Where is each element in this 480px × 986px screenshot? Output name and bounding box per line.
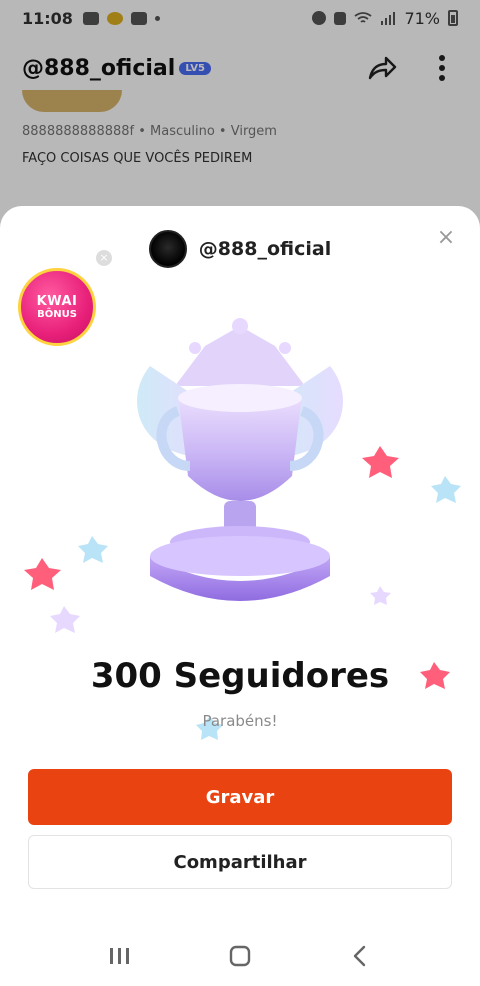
recents-icon[interactable] [100, 936, 140, 976]
avatar [148, 230, 187, 268]
milestone-title: 300 Seguidores [90, 656, 390, 696]
star-icon [370, 586, 391, 605]
star-icon [431, 476, 461, 503]
trophy-illustration [24, 318, 461, 740]
home-icon[interactable] [220, 936, 260, 976]
kwai-badge-close-icon[interactable]: × [96, 250, 112, 266]
milestone-subtitle: Parabéns! [202, 712, 278, 730]
record-button[interactable]: Gravar [28, 769, 452, 825]
share-button[interactable]: Compartilhar [28, 835, 452, 889]
milestone-sheet: @888_oficial × KWAI BÔNUS × 300 Seguidor… [0, 206, 480, 986]
sheet-header: @888_oficial [0, 230, 480, 268]
system-nav-bar [0, 926, 480, 986]
crown-shape [175, 326, 305, 386]
star-icon [362, 446, 399, 478]
star-icon [24, 558, 61, 590]
back-icon[interactable] [340, 936, 380, 976]
close-icon[interactable]: × [436, 227, 456, 249]
star-icon [78, 536, 108, 563]
base-top-plate [150, 536, 330, 576]
star-icon [50, 606, 80, 633]
sheet-handle: @888_oficial [198, 238, 332, 260]
